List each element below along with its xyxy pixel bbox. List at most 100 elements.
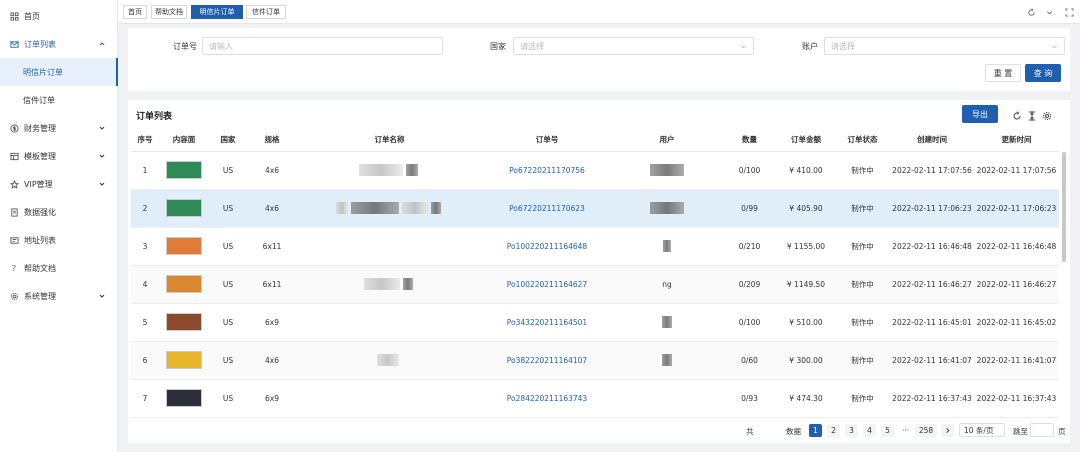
amount-cell: ¥ 405.90 <box>777 189 835 228</box>
template-icon <box>9 151 19 161</box>
content-thumbnail-cell[interactable] <box>159 227 209 266</box>
tab-letter-orders[interactable]: 信件订单 <box>246 5 286 19</box>
country-cell: US <box>209 303 247 342</box>
content-thumbnail[interactable] <box>166 389 202 407</box>
page-3[interactable]: 3 <box>845 424 858 437</box>
content-thumbnail[interactable] <box>166 199 202 217</box>
tab-postcard-orders[interactable]: 明信片订单 <box>191 5 243 19</box>
sidebar-item-postcard-orders[interactable]: 明信片订单 <box>0 58 118 86</box>
order-no-link[interactable]: Po382220211164107 <box>507 356 587 365</box>
redacted-block <box>663 240 671 252</box>
order-no-cell[interactable]: Po284220211163743 <box>482 379 612 418</box>
sidebar-item-help[interactable]: ? 帮助文档 <box>0 254 118 282</box>
status-cell: 制作中 <box>835 151 890 190</box>
order-no-cell[interactable]: Po67220211170756 <box>482 151 612 190</box>
content-thumbnail[interactable] <box>166 161 202 179</box>
order-no-link[interactable]: Po100220211164627 <box>507 280 587 289</box>
sidebar-item-label: 明信片订单 <box>23 67 63 77</box>
redacted-block <box>430 202 441 214</box>
order-no-cell[interactable]: Po100220211164627 <box>482 265 612 304</box>
export-button[interactable]: 导出 <box>962 105 998 123</box>
redacted-block <box>363 278 400 290</box>
column-height-icon[interactable] <box>1026 110 1038 122</box>
updated-time-cell: 2022-02-11 16:46:48 <box>974 227 1059 266</box>
content-thumbnail-cell[interactable] <box>159 189 209 228</box>
table-row[interactable]: 7 US 6x9 Po284220211163743 0/93 ¥ 474.30… <box>131 379 1059 418</box>
sidebar-item-label: VIP管理 <box>24 179 53 189</box>
row-index: 7 <box>131 379 159 418</box>
reset-button[interactable]: 重 置 <box>985 64 1021 82</box>
page-size-select[interactable]: 10 条/页 <box>959 423 1005 437</box>
account-select[interactable]: 请选择 <box>824 37 1065 55</box>
sidebar-item-letter-orders[interactable]: 信件订单 <box>0 86 118 114</box>
table-header-row: 序号 内容面 国家 规格 订单名称 订单号 用户 数量 订单金额 订单状态 创建… <box>131 129 1059 152</box>
next-page-button[interactable] <box>941 424 954 437</box>
table-row[interactable]: 5 US 6x9 Po343220211164501 0/100 ¥ 510.0… <box>131 303 1059 342</box>
page-1[interactable]: 1 <box>809 424 822 437</box>
chevron-down-icon[interactable] <box>1042 5 1056 19</box>
star-icon <box>9 179 19 189</box>
content-thumbnail[interactable] <box>166 275 202 293</box>
column-header: 订单号 <box>482 129 612 152</box>
country-cell: US <box>209 227 247 266</box>
table-row[interactable]: 2 US 4x6 Po67220211170623 0/99 ¥ 405.90 … <box>131 189 1059 228</box>
settings-icon[interactable] <box>1041 110 1053 122</box>
table-row[interactable]: 1 US 4x6 Po67220211170756 0/100 ¥ 410.00… <box>131 151 1059 190</box>
content-thumbnail-cell[interactable] <box>159 265 209 304</box>
search-button[interactable]: 查 询 <box>1025 64 1061 82</box>
page-ellipsis[interactable]: ··· <box>899 424 912 437</box>
column-header: 内容面 <box>159 129 209 152</box>
sidebar-item-orders[interactable]: 订单列表 <box>0 30 118 58</box>
sidebar-item-finance[interactable]: 财务管理 <box>0 114 118 142</box>
sidebar-item-templates[interactable]: 模板管理 <box>0 142 118 170</box>
status-cell: 制作中 <box>835 303 890 342</box>
column-header: 国家 <box>209 129 247 152</box>
redacted-block <box>650 202 684 214</box>
refresh-icon[interactable] <box>1024 5 1038 19</box>
sidebar-item-data-enhance[interactable]: 数据强化 <box>0 198 118 226</box>
fullscreen-icon[interactable] <box>1062 5 1076 19</box>
chevron-down-icon <box>1052 45 1057 49</box>
sidebar-item-home[interactable]: 首页 <box>0 2 118 30</box>
size-cell: 6x9 <box>247 379 297 418</box>
jump-input[interactable] <box>1030 423 1054 437</box>
content-thumbnail-cell[interactable] <box>159 303 209 342</box>
column-header: 序号 <box>131 129 159 152</box>
column-header: 订单状态 <box>835 129 890 152</box>
order-no-cell[interactable]: Po343220211164501 <box>482 303 612 342</box>
order-no-cell[interactable]: Po67220211170623 <box>482 189 612 228</box>
order-no-link[interactable]: Po100220211164648 <box>507 242 587 251</box>
sidebar-item-address[interactable]: 地址列表 <box>0 226 118 254</box>
page-4[interactable]: 4 <box>863 424 876 437</box>
column-header: 订单名称 <box>297 129 482 152</box>
order-no-input[interactable]: 请输入 <box>202 37 443 55</box>
page-2[interactable]: 2 <box>827 424 840 437</box>
content-thumbnail-cell[interactable] <box>159 341 209 380</box>
tab-home[interactable]: 首页 <box>123 5 147 19</box>
table-row[interactable]: 4 US 6x11 Po100220211164627 ng 0/209 ¥ 1… <box>131 265 1059 304</box>
amount-cell: ¥ 474.30 <box>777 379 835 418</box>
table-row[interactable]: 3 US 6x11 Po100220211164648 0/210 ¥ 1155… <box>131 227 1059 266</box>
table-row[interactable]: 6 US 4x6 Po382220211164107 0/60 ¥ 300.00… <box>131 341 1059 380</box>
order-no-cell[interactable]: Po382220211164107 <box>482 341 612 380</box>
created-time-cell: 2022-02-11 16:46:27 <box>890 265 974 304</box>
order-no-link[interactable]: Po343220211164501 <box>507 318 587 327</box>
order-no-link[interactable]: Po67220211170623 <box>509 204 585 213</box>
content-thumbnail-cell[interactable] <box>159 151 209 190</box>
refresh-icon[interactable] <box>1011 110 1023 122</box>
page-5[interactable]: 5 <box>881 424 894 437</box>
sidebar-item-vip[interactable]: VIP管理 <box>0 170 118 198</box>
content-thumbnail[interactable] <box>166 313 202 331</box>
content-thumbnail[interactable] <box>166 237 202 255</box>
sidebar-item-system[interactable]: 系统管理 <box>0 282 118 310</box>
order-no-cell[interactable]: Po100220211164648 <box>482 227 612 266</box>
order-no-link[interactable]: Po284220211163743 <box>507 394 587 403</box>
tab-help-docs[interactable]: 帮助文档 <box>151 5 187 19</box>
table-scrollbar[interactable] <box>1062 152 1066 262</box>
page-last[interactable]: 258 <box>915 424 937 437</box>
content-thumbnail[interactable] <box>166 351 202 369</box>
order-no-link[interactable]: Po67220211170756 <box>509 166 585 175</box>
country-cell: US <box>209 265 247 304</box>
country-select[interactable]: 请选择 <box>513 37 754 55</box>
content-thumbnail-cell[interactable] <box>159 379 209 418</box>
